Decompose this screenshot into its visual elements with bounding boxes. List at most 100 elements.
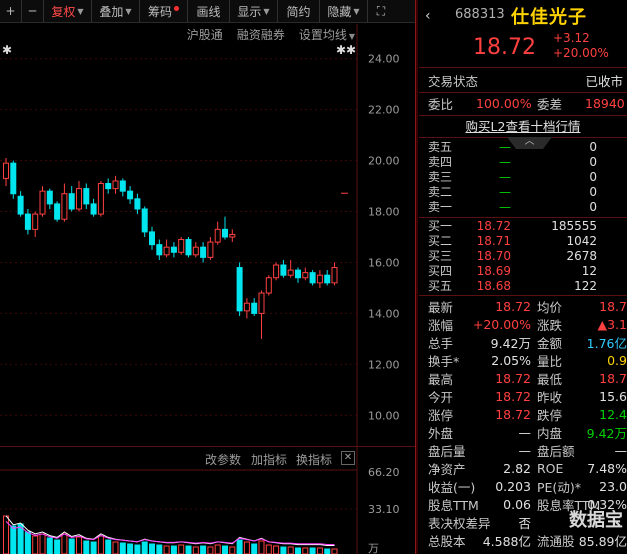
candle-body	[214, 228, 221, 243]
stat-value: 7.48%	[587, 460, 627, 476]
bid-price: 18.70	[476, 249, 511, 263]
candle-body	[192, 246, 199, 256]
display-button[interactable]: 显示 ▼	[230, 0, 278, 23]
bid-volume: 122	[574, 279, 597, 293]
kline-chart[interactable]: 24.00 22.00 20.00 18.00 16.00 14.00 12.00 10.00…	[0, 24, 418, 554]
panel-divider[interactable]	[415, 0, 418, 554]
candle-body	[83, 188, 90, 205]
volume-bar	[163, 545, 170, 554]
stat-row: 收益(一) 0.203 PE(动)* 23.0	[419, 477, 627, 495]
overlay-button[interactable]: 叠加 ▼	[92, 0, 140, 23]
volume-bar	[258, 540, 265, 554]
chips-button[interactable]: 筹码	[140, 0, 188, 23]
add-indicator-button[interactable]: 加指标	[251, 451, 287, 468]
hide-button[interactable]: 隐藏 ▼	[320, 0, 368, 23]
volume-bar	[214, 544, 221, 554]
volume-bar	[273, 545, 280, 554]
stat-row: 涨幅 +20.00% 涨跌 ▲3.1	[419, 315, 627, 333]
chevron-down-icon: ▼	[77, 6, 84, 16]
volume-bar	[280, 546, 287, 554]
bid-label: 买一	[428, 219, 453, 233]
stat-label: 涨停	[428, 407, 454, 423]
candle-body	[280, 264, 287, 276]
candle-body	[200, 246, 207, 258]
ask-row[interactable]: 卖二 — 0	[419, 185, 627, 200]
volume-bar	[105, 539, 112, 554]
chart-subbar: 沪股通 融资融券 设置均线 ▼	[0, 24, 355, 44]
stat-value: 15.6	[599, 388, 627, 404]
stat-label: 外盘	[428, 425, 454, 441]
change-value: +3.12	[553, 31, 590, 45]
ma-setting-button[interactable]: 设置均线 ▼	[299, 26, 355, 43]
stat-value: —	[518, 424, 532, 440]
candle-body	[243, 302, 250, 312]
candle-body	[287, 269, 294, 276]
stat-value: 23.0	[599, 478, 627, 494]
close-icon[interactable]: ✕	[341, 451, 355, 465]
stock-name: 仕佳光子	[511, 7, 587, 28]
volume-bar	[90, 541, 97, 554]
stat-row: 今开 18.72 昨收 15.6	[419, 387, 627, 405]
hk-connect-link[interactable]: 沪股通	[187, 26, 223, 43]
bid-price: 18.71	[476, 234, 511, 248]
ask-row[interactable]: 卖四 — 0	[419, 155, 627, 170]
volume-bar	[10, 525, 17, 554]
bid-row[interactable]: 买五 18.68 122	[419, 279, 627, 294]
stat-row: 总手 9.42万 金额 1.76亿	[419, 333, 627, 351]
bid-price: 18.68	[476, 279, 511, 293]
fullscreen-button[interactable]: ⛶	[368, 0, 394, 23]
stat-value: 18.72	[495, 370, 531, 386]
bid-row[interactable]: 买一 18.72 185555	[419, 219, 627, 234]
chart-toolbar: + ─ 复权 ▼ 叠加 ▼ 筹码 画线 显示 ▼ 简约 隐藏 ▼ ⛶	[0, 0, 418, 23]
volume-bar	[324, 548, 331, 554]
candle-body	[112, 180, 119, 190]
stat-label: 均价	[537, 299, 563, 315]
ask-row[interactable]: 卖五 — 0	[419, 140, 627, 155]
back-icon[interactable]: ‹	[425, 8, 431, 24]
zoom-in-button[interactable]: +	[0, 0, 22, 23]
change-indicator-button[interactable]: 换指标	[296, 451, 332, 468]
volume-bar	[222, 545, 228, 554]
bid-row[interactable]: 买二 18.71 1042	[419, 234, 627, 249]
volume-bar	[76, 536, 82, 554]
adjust-button[interactable]: 复权 ▼	[44, 0, 92, 23]
volume-bar	[61, 533, 68, 554]
ask-row[interactable]: 卖三 — 0	[419, 170, 627, 185]
candle-body	[258, 292, 265, 314]
simple-button[interactable]: 简约	[278, 0, 320, 23]
volume-bar	[83, 540, 90, 554]
y-tick-label: 14.00	[368, 307, 400, 320]
ask-label: 卖三	[428, 170, 453, 184]
candle-body	[236, 267, 243, 312]
trade-status-row: 交易状态 已收市	[428, 73, 623, 89]
zoom-out-button[interactable]: ─	[22, 0, 44, 23]
change-percent: +20.00%	[553, 46, 609, 60]
ask-label: 卖五	[428, 140, 453, 154]
stat-label: 收益(一)	[428, 479, 476, 495]
fullscreen-icon: ⛶	[376, 3, 386, 18]
candle-body	[178, 239, 185, 253]
buy-l2-button[interactable]: 购买L2查看十档行情	[419, 116, 627, 136]
candle-body	[39, 190, 46, 215]
candle-body	[17, 195, 24, 215]
volume-bar	[316, 547, 323, 554]
stat-value: 2.05%	[491, 352, 531, 368]
bid-row[interactable]: 买三 18.70 2678	[419, 249, 627, 264]
volume-bar	[39, 533, 46, 554]
candle-body	[156, 244, 163, 256]
stat-label: 今开	[428, 389, 454, 405]
edit-params-button[interactable]: 改参数	[205, 451, 241, 468]
volume-bar	[97, 535, 104, 554]
ask-row[interactable]: 卖一 — 0	[419, 200, 627, 215]
stat-label: 量比	[537, 353, 563, 369]
candle-body	[251, 302, 258, 314]
bid-row[interactable]: 买四 18.69 12	[419, 264, 627, 279]
margin-link[interactable]: 融资融券	[237, 26, 285, 43]
candle-body	[229, 233, 236, 238]
volume-bar	[251, 543, 258, 554]
order-ratio-row: 委比 100.00% 委差 18940	[428, 95, 625, 112]
draw-line-button[interactable]: 画线	[188, 0, 230, 23]
divider	[419, 217, 627, 218]
stat-value: 9.42万	[586, 425, 627, 441]
candle-body	[222, 228, 228, 238]
